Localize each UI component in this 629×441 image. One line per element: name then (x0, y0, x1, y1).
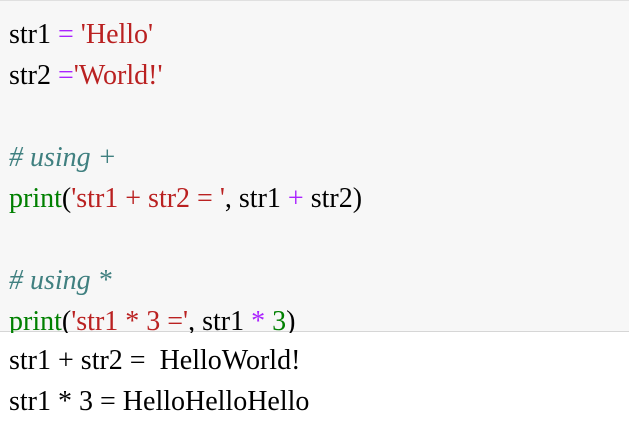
code-line: print('str1 + str2 = ', str1 + str2) (9, 178, 629, 219)
output-cell: str1 + str2 = HelloWorld! str1 * 3 = Hell… (0, 333, 629, 441)
code-token-default (74, 19, 81, 50)
code-line: # using * (9, 260, 629, 301)
code-token-str: 'World!' (73, 60, 163, 91)
code-cell[interactable]: str1 = 'Hello' str2 ='World!' # using + pri… (0, 0, 629, 337)
output-line: str1 + str2 = HelloWorld! (9, 345, 301, 376)
code-token-comment: # using + (9, 142, 117, 173)
code-token-str: 'Hello' (80, 19, 154, 50)
code-token-op: = (58, 19, 74, 50)
code-token-op: = (58, 60, 74, 91)
code-block: str1 = 'Hello' str2 ='World!' # using + pri… (0, 1, 629, 342)
code-token-builtin: print (9, 183, 62, 214)
notebook-view: str1 = 'Hello' str2 ='World!' # using + pri… (0, 0, 629, 441)
code-token-str: 'str1 + str2 = ' (71, 183, 225, 214)
output-line: str1 * 3 = HelloHelloHello (9, 386, 310, 417)
code-token-default: str2 (9, 60, 58, 91)
code-token-default: str1 (9, 19, 58, 50)
code-token-default: ( (61, 183, 72, 214)
code-token-comment: # using * (9, 265, 112, 296)
code-line: str2 ='World!' (9, 55, 629, 96)
code-token-default: str2) (303, 183, 363, 214)
code-line: # using + (9, 137, 629, 178)
code-token-op: + (287, 183, 304, 214)
output-block: str1 + str2 = HelloWorld! str1 * 3 = Hell… (0, 333, 629, 422)
code-line: str1 = 'Hello' (9, 14, 629, 55)
code-token-default: , str1 (224, 183, 288, 214)
